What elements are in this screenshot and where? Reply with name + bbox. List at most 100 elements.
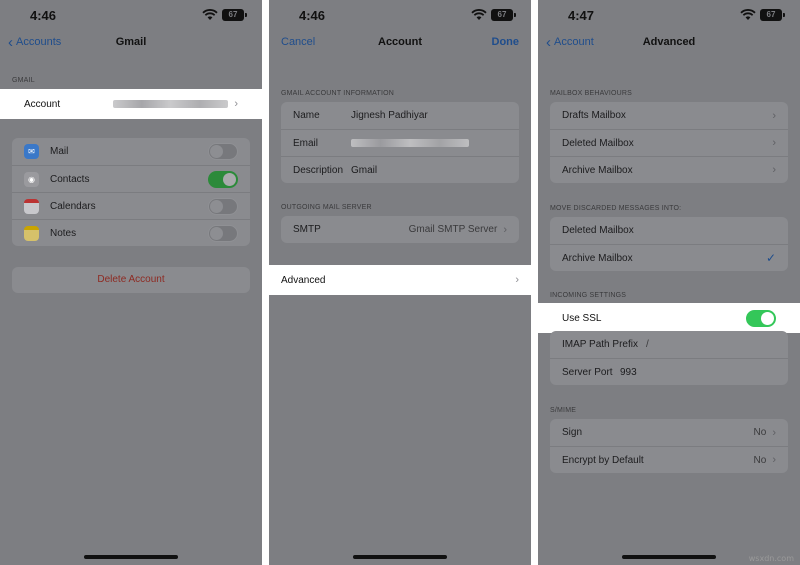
imap-prefix-row[interactable]: IMAP Path Prefix / xyxy=(550,331,788,358)
wifi-icon xyxy=(471,9,487,20)
imap-value[interactable]: / xyxy=(646,339,649,350)
port-value[interactable]: 993 xyxy=(620,367,637,378)
status-bar: 4:46 67 xyxy=(269,0,531,28)
battery-icon: 67 xyxy=(491,9,516,21)
use-ssl-row: Use SSL xyxy=(538,303,800,333)
smtp-value: Gmail SMTP Server xyxy=(408,224,498,235)
battery-icon: 67 xyxy=(222,9,247,21)
account-email-blurred xyxy=(113,100,229,108)
app-row-contacts: ◉ Contacts xyxy=(12,165,250,192)
smtp-row[interactable]: SMTP Gmail SMTP Server › xyxy=(281,216,519,243)
contacts-icon: ◉ xyxy=(24,171,39,187)
mailbox-label: Deleted Mailbox xyxy=(562,137,634,149)
section-header-mailbox-behaviours: MAILBOX BEHAVIOURS xyxy=(550,90,633,97)
home-indicator xyxy=(622,555,716,559)
app-row-notes: Notes xyxy=(12,219,250,246)
chevron-right-icon: › xyxy=(772,109,776,122)
notes-icon xyxy=(24,225,39,241)
section-header-gmail: GMAIL xyxy=(12,77,35,84)
description-row[interactable]: Description Gmail xyxy=(281,156,519,183)
smime-group: Sign No › Encrypt by Default No › xyxy=(550,419,788,473)
outgoing-group: SMTP Gmail SMTP Server › xyxy=(281,216,519,243)
home-indicator xyxy=(353,555,447,559)
mail-icon: ✉ xyxy=(24,144,39,159)
account-screen: 4:46 67 Cancel Account Done GMAIL ACCOUN… xyxy=(269,0,531,565)
incoming-settings-group: IMAP Path Prefix / Server Port 993 xyxy=(550,331,788,385)
watermark: wsxdn.com xyxy=(748,554,794,563)
advanced-row[interactable]: Advanced › xyxy=(269,265,531,295)
section-header-outgoing: OUTGOING MAIL SERVER xyxy=(281,204,372,211)
account-label: Account xyxy=(24,98,61,110)
encrypt-label: Encrypt by Default xyxy=(562,454,644,466)
use-ssl-toggle[interactable] xyxy=(746,309,776,327)
section-header-smime: S/MIME xyxy=(550,407,577,414)
option-label: Archive Mailbox xyxy=(562,252,633,264)
chevron-right-icon: › xyxy=(772,454,776,466)
status-time: 4:46 xyxy=(299,8,326,23)
chevron-right-icon: › xyxy=(772,137,776,149)
account-row[interactable]: Account › xyxy=(0,89,262,119)
imap-label: IMAP Path Prefix xyxy=(562,339,638,350)
chevron-right-icon: › xyxy=(234,98,238,110)
page-title: Advanced xyxy=(642,36,696,48)
nav-bar: ‹ Accounts Gmail xyxy=(0,30,262,56)
account-info-group: Name Jignesh Padhiyar Email Description … xyxy=(281,102,519,183)
server-port-row[interactable]: Server Port 993 xyxy=(550,358,788,385)
app-label: Mail xyxy=(50,146,69,157)
section-header-incoming: INCOMING SETTINGS xyxy=(550,292,627,299)
chevron-right-icon: › xyxy=(772,164,776,176)
section-header-account-info: GMAIL ACCOUNT INFORMATION xyxy=(281,90,394,97)
drafts-mailbox-row[interactable]: Drafts Mailbox › xyxy=(550,102,788,129)
encrypt-value: No xyxy=(753,454,767,466)
app-row-calendars: Calendars xyxy=(12,192,250,219)
email-value-blurred xyxy=(351,139,469,147)
status-bar: 4:46 67 xyxy=(0,0,262,28)
encrypt-row[interactable]: Encrypt by Default No › xyxy=(550,446,788,473)
calendars-toggle[interactable] xyxy=(208,197,238,215)
delete-account-button[interactable]: Delete Account xyxy=(12,267,250,293)
calendar-icon xyxy=(24,198,39,214)
wifi-icon xyxy=(202,9,218,20)
smtp-label: SMTP xyxy=(293,224,321,235)
sign-label: Sign xyxy=(562,427,583,438)
gmail-settings-screen: 4:46 67 ‹ Accounts Gmail GMAIL Account ›… xyxy=(0,0,262,565)
done-button[interactable]: Done xyxy=(492,36,520,48)
notes-toggle[interactable] xyxy=(208,224,238,242)
advanced-screen: 4:47 67 ‹ Account Advanced MAILBOX BEHAV… xyxy=(538,0,800,565)
battery-icon: 67 xyxy=(760,9,785,21)
sign-value: No xyxy=(753,427,767,438)
port-label: Server Port xyxy=(562,366,613,378)
description-label: Description xyxy=(293,164,344,176)
deleted-mailbox-row[interactable]: Deleted Mailbox › xyxy=(550,129,788,156)
apps-group: ✉ Mail ◉ Contacts Calendars Notes xyxy=(12,138,250,246)
mailbox-label: Archive Mailbox xyxy=(562,164,633,176)
ssl-label: Use SSL xyxy=(562,312,602,324)
name-row[interactable]: Name Jignesh Padhiyar xyxy=(281,102,519,129)
email-row[interactable]: Email xyxy=(281,129,519,156)
discard-deleted-option[interactable]: Deleted Mailbox xyxy=(550,217,788,244)
chevron-right-icon: › xyxy=(772,426,776,439)
name-label: Name xyxy=(293,110,320,121)
nav-bar: ‹ Account Advanced xyxy=(538,30,800,56)
nav-bar: Cancel Account Done xyxy=(269,30,531,56)
email-label: Email xyxy=(293,137,319,149)
description-value[interactable]: Gmail xyxy=(351,165,377,176)
archive-mailbox-row[interactable]: Archive Mailbox › xyxy=(550,156,788,183)
app-label: Calendars xyxy=(50,200,96,212)
sign-row[interactable]: Sign No › xyxy=(550,419,788,446)
advanced-label: Advanced xyxy=(281,274,326,286)
checkmark-icon: ✓ xyxy=(765,251,776,265)
app-row-mail: ✉ Mail xyxy=(12,138,250,165)
home-indicator xyxy=(84,555,178,559)
contacts-toggle[interactable] xyxy=(208,170,238,188)
name-value[interactable]: Jignesh Padhiyar xyxy=(351,110,428,121)
discard-archive-option[interactable]: Archive Mailbox ✓ xyxy=(550,244,788,271)
page-title: Gmail xyxy=(115,36,147,48)
status-time: 4:47 xyxy=(568,8,595,23)
chevron-right-icon: › xyxy=(503,223,507,236)
wifi-icon xyxy=(740,9,756,20)
mail-toggle[interactable] xyxy=(208,143,238,160)
status-time: 4:46 xyxy=(30,8,57,23)
discarded-options-group: Deleted Mailbox Archive Mailbox ✓ xyxy=(550,217,788,271)
option-label: Deleted Mailbox xyxy=(562,225,634,236)
